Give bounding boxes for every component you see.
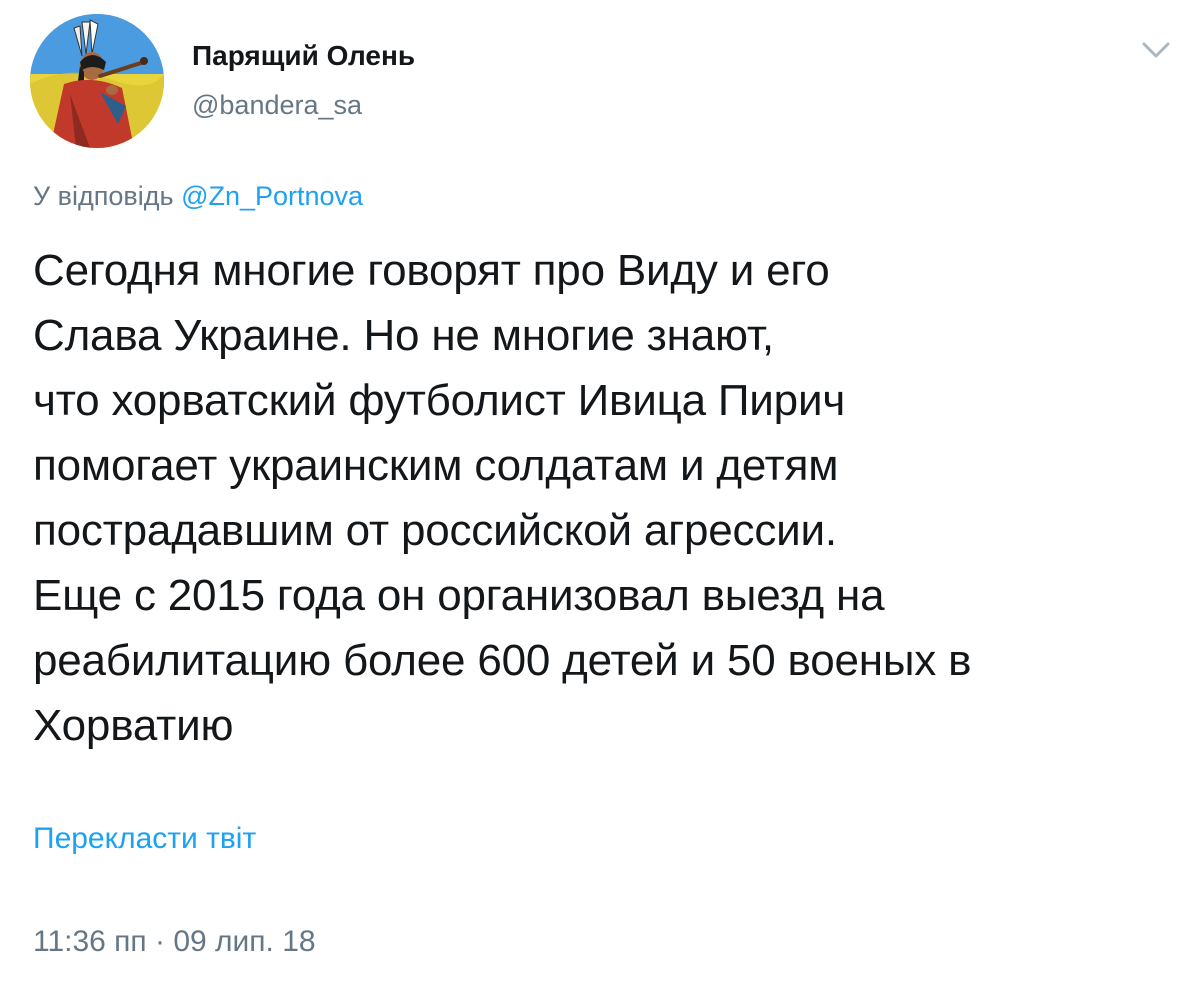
translate-tweet-link[interactable]: Перекласти твіт — [33, 822, 256, 856]
chevron-down-icon[interactable] — [1138, 36, 1174, 64]
reply-to-link[interactable]: @Zn_Portnova — [181, 181, 363, 211]
tweet-card: Парящий Олень @bandera_sa У відповідь @Z… — [0, 0, 1200, 993]
reply-context: У відповідь @Zn_Portnova — [33, 181, 363, 212]
tweet-text: Сегодня многие говорят про Виду и его Сл… — [33, 246, 972, 750]
tweet-timestamp[interactable]: 11:36 пп · 09 лип. 18 — [33, 925, 316, 959]
avatar-image — [30, 14, 164, 148]
author-display-name[interactable]: Парящий Олень — [192, 40, 415, 72]
reply-prefix: У відповідь — [33, 181, 174, 211]
author-handle[interactable]: @bandera_sa — [192, 90, 362, 121]
avatar[interactable] — [30, 14, 164, 148]
